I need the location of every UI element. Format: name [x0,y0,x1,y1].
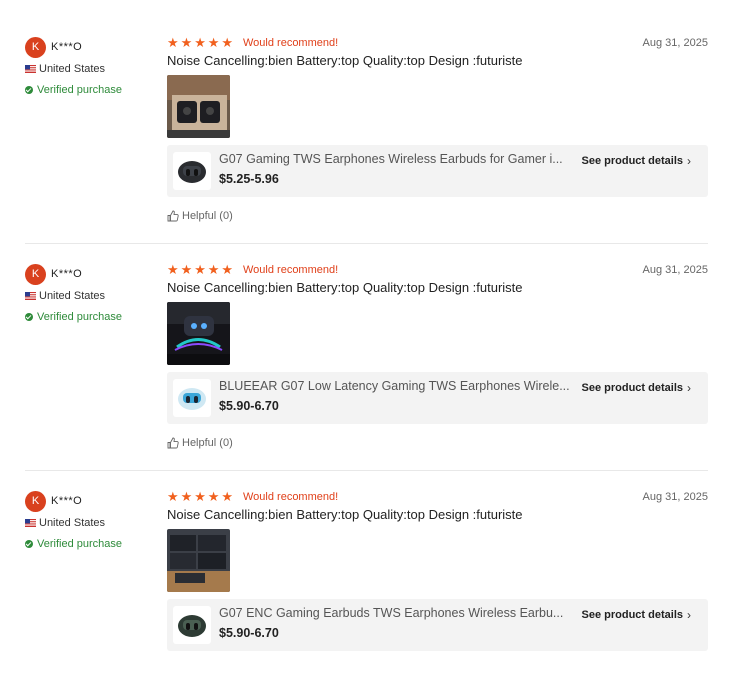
review-date: Aug 31, 2025 [642,491,708,503]
see-product-details-link[interactable]: See product details › [582,608,691,622]
avatar: K [25,490,46,512]
star-icon: ★ [167,262,179,277]
review-text: Noise Cancelling:bien Battery:top Qualit… [167,280,523,295]
product-title[interactable]: G07 Gaming TWS Earphones Wireless Earbud… [219,152,569,166]
verified-check-icon [25,313,33,321]
reviewer-info: K K***O United States Verified purchase [25,490,155,550]
helpful-label: Helpful (0) [182,437,233,449]
flag-us-icon [25,65,36,73]
thumbs-up-icon [167,437,179,449]
product-title[interactable]: G07 ENC Gaming Earbuds TWS Earphones Wir… [219,606,569,620]
chevron-right-icon: › [687,154,691,168]
reviewer-name: K***O [51,41,83,53]
review-text: Noise Cancelling:bien Battery:top Qualit… [167,507,523,522]
product-price: $5.25-5.96 [219,172,279,186]
star-icon: ★ [167,35,179,50]
product-price: $5.90-6.70 [219,626,279,640]
star-icon: ★ [207,262,220,277]
star-rating: ★ ★ ★ ★ ★ [167,490,235,503]
avatar: K [25,36,46,58]
star-icon: ★ [180,35,193,50]
product-card[interactable]: G07 ENC Gaming Earbuds TWS Earphones Wir… [167,599,708,651]
star-icon: ★ [167,489,179,504]
product-thumbnail [173,379,211,417]
star-icon: ★ [180,489,193,504]
review-item: K K***O United States Verified purchase … [25,0,708,244]
reviewer-country: United States [39,517,106,529]
product-thumbnail [173,606,211,644]
product-card[interactable]: BLUEEAR G07 Low Latency Gaming TWS Earph… [167,372,708,424]
product-card[interactable]: G07 Gaming TWS Earphones Wireless Earbud… [167,145,708,197]
helpful-label: Helpful (0) [182,210,233,222]
star-icon: ★ [194,35,206,50]
review-item: K K***O United States Verified purchase … [25,471,708,686]
verified-label: Verified purchase [37,84,122,96]
star-icon: ★ [207,35,220,50]
see-product-details-label: See product details [581,609,683,621]
see-product-details-label: See product details [581,155,683,167]
product-thumbnail [173,152,211,190]
flag-us-icon [25,519,36,527]
chevron-right-icon: › [687,381,691,395]
verified-label: Verified purchase [37,538,122,550]
reviewer-info: K K***O United States Verified purchase [25,263,155,323]
recommend-label: Would recommend! [243,264,339,276]
star-rating: ★ ★ ★ ★ ★ [167,36,235,49]
recommend-label: Would recommend! [243,37,339,49]
flag-us-icon [25,292,36,300]
review-photo[interactable] [167,75,230,138]
verified-check-icon [25,540,33,548]
reviewer-name: K***O [51,268,83,280]
star-icon: ★ [221,35,234,50]
star-icon: ★ [194,489,206,504]
product-price: $5.90-6.70 [219,399,279,413]
reviewer-name: K***O [51,495,83,507]
see-product-details-link[interactable]: See product details › [582,381,691,395]
thumbs-up-icon [167,210,179,222]
star-icon: ★ [180,262,193,277]
review-date: Aug 31, 2025 [642,37,708,49]
verified-check-icon [25,86,33,94]
review-photo[interactable] [167,302,230,365]
recommend-label: Would recommend! [243,491,339,503]
star-icon: ★ [207,489,220,504]
reviewer-country: United States [39,290,106,302]
helpful-button[interactable]: Helpful (0) [167,437,708,449]
see-product-details-label: See product details [581,382,683,394]
verified-label: Verified purchase [37,311,122,323]
see-product-details-link[interactable]: See product details › [582,154,691,168]
reviewer-country: United States [39,63,106,75]
chevron-right-icon: › [687,608,691,622]
star-icon: ★ [221,262,234,277]
star-icon: ★ [194,262,206,277]
review-photo[interactable] [167,529,230,592]
review-text: Noise Cancelling:bien Battery:top Qualit… [167,53,523,68]
helpful-button[interactable]: Helpful (0) [167,210,708,222]
product-title[interactable]: BLUEEAR G07 Low Latency Gaming TWS Earph… [219,379,569,393]
avatar: K [25,263,46,285]
reviewer-info: K K***O United States Verified purchase [25,36,155,96]
star-rating: ★ ★ ★ ★ ★ [167,263,235,276]
review-item: K K***O United States Verified purchase … [25,244,708,471]
star-icon: ★ [221,489,234,504]
review-date: Aug 31, 2025 [642,264,708,276]
